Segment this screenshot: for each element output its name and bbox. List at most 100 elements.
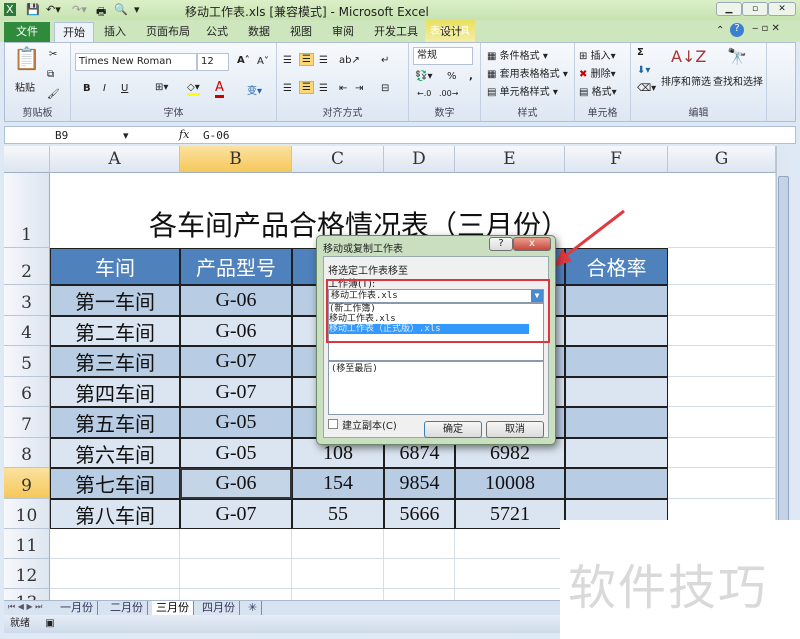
table-header-cell[interactable]: 产品型号 [180,248,292,285]
dialog-help-button[interactable]: ? [489,237,513,251]
row-header[interactable]: 12 [4,559,50,589]
row-header[interactable]: 7 [4,407,50,438]
table-header-cell[interactable]: 车间 [50,248,180,285]
row-header[interactable]: 10 [4,499,50,529]
copy-icon[interactable]: ⧉ [47,69,54,80]
row-header[interactable]: 6 [4,377,50,407]
decrease-decimal-icon[interactable]: .00→ [439,89,458,98]
sheet-nav-icons[interactable]: ⏮ ◀ ▶ ⏭ [8,602,42,612]
table-cell[interactable] [565,346,668,377]
delete-cells-button[interactable]: ✖ 删除▾ [579,65,616,80]
macro-record-icon[interactable]: ▣ [45,618,54,629]
cell[interactable] [180,529,292,559]
sheet-tab-active[interactable]: 三月份 [152,601,194,615]
sheet-tab[interactable]: 二月份 [106,601,148,615]
bold-button[interactable]: B [83,83,91,94]
cell[interactable] [668,285,776,316]
print-preview-icon[interactable]: 🔍 [114,3,128,16]
table-cell[interactable]: 第一车间 [50,285,180,316]
close-button[interactable]: ✕ [768,2,796,16]
align-left-icon[interactable]: ☰ [283,83,292,94]
cell[interactable] [384,559,455,589]
clear-icon[interactable]: ⌫▾ [637,83,656,94]
table-cell[interactable]: 5721 [455,499,565,529]
cell[interactable] [180,589,292,600]
tab-file[interactable]: 文件 [4,22,50,42]
table-cell[interactable]: G-06 [180,468,292,499]
cell[interactable] [50,559,180,589]
cell[interactable] [668,407,776,438]
tab-formulas[interactable]: 公式 [198,22,236,42]
align-center-icon[interactable]: ☰ [299,81,314,94]
table-cell[interactable]: 第二车间 [50,316,180,346]
table-cell[interactable]: 第八车间 [50,499,180,529]
font-color-icon[interactable]: A [215,80,224,98]
row-header[interactable]: 8 [4,438,50,468]
cell[interactable] [455,529,565,559]
merge-center-icon[interactable]: ⊟ [381,83,389,94]
cell[interactable] [668,248,776,285]
paste-icon[interactable]: 📋 [13,47,40,72]
sort-filter-icon[interactable]: A↓Z [671,47,706,66]
autosum-button[interactable]: Σ [637,47,644,58]
row-header[interactable]: 4 [4,316,50,346]
align-middle-icon[interactable]: ☰ [299,53,314,66]
decrease-indent-icon[interactable]: ⇤ [339,83,347,94]
column-header[interactable]: D [384,146,455,173]
italic-button[interactable]: I [103,83,106,94]
insert-cells-button[interactable]: ⊞ 插入▾ [579,47,616,62]
tab-page-layout[interactable]: 页面布局 [138,22,198,42]
tab-view[interactable]: 视图 [282,22,320,42]
tab-insert[interactable]: 插入 [96,22,134,42]
column-header[interactable]: E [455,146,565,173]
comma-button[interactable]: , [469,71,473,82]
borders-icon[interactable]: ⊞▾ [155,82,168,93]
before-sheet-item[interactable]: (移至最后) [331,362,543,376]
number-format-select[interactable]: 常规 [413,47,473,65]
table-cell[interactable] [565,316,668,346]
name-box[interactable]: B9 [55,129,68,142]
cell[interactable] [384,529,455,559]
cancel-button[interactable]: 取消 [486,421,544,438]
wrap-text-icon[interactable]: ↵ [381,55,389,66]
cell[interactable] [455,589,565,600]
table-cell[interactable]: 154 [292,468,384,499]
insert-sheet-icon[interactable]: ✳ [244,601,263,615]
table-cell[interactable]: 9854 [384,468,455,499]
cell[interactable] [668,377,776,407]
find-select-button[interactable]: 查找和选择 [713,73,763,88]
cell[interactable] [292,559,384,589]
workbook-window-controls-icon[interactable]: ‒ ▫ ✕ [752,23,780,34]
row-header[interactable]: 1 [4,173,50,248]
phonetic-icon[interactable]: 变▾ [247,82,262,97]
increase-decimal-icon[interactable]: ←.0 [417,89,431,98]
cell[interactable] [455,559,565,589]
align-top-icon[interactable]: ☰ [283,55,292,66]
tab-developer[interactable]: 开发工具 [366,22,426,42]
row-header[interactable]: 13 [4,589,50,600]
row-header[interactable]: 9 [4,468,50,499]
orientation-icon[interactable]: ab↗ [339,55,360,66]
column-header[interactable]: G [668,146,776,173]
format-painter-icon[interactable]: 🖌 [47,89,60,100]
dialog-close-button[interactable]: x [513,237,551,251]
row-header[interactable]: 5 [4,346,50,377]
table-cell[interactable]: G-07 [180,346,292,377]
tab-data[interactable]: 数据 [240,22,278,42]
redo-icon[interactable]: ↷▾ [72,3,87,16]
column-header[interactable]: A [50,146,180,173]
column-header[interactable]: C [292,146,384,173]
sort-filter-button[interactable]: 排序和筛选 [661,73,711,88]
grow-font-icon[interactable]: A˄ [237,55,250,66]
table-cell[interactable]: 55 [292,499,384,529]
name-box-dropdown-icon[interactable]: ▾ [123,129,129,142]
table-cell[interactable]: G-05 [180,407,292,438]
row-header[interactable]: 2 [4,248,50,285]
table-cell[interactable] [565,377,668,407]
row-header[interactable]: 11 [4,529,50,559]
column-header[interactable]: B [180,146,292,173]
find-binoculars-icon[interactable]: 🔭 [727,47,747,66]
align-bottom-icon[interactable]: ☰ [319,55,328,66]
shrink-font-icon[interactable]: A˅ [257,56,269,67]
table-cell[interactable]: G-07 [180,377,292,407]
